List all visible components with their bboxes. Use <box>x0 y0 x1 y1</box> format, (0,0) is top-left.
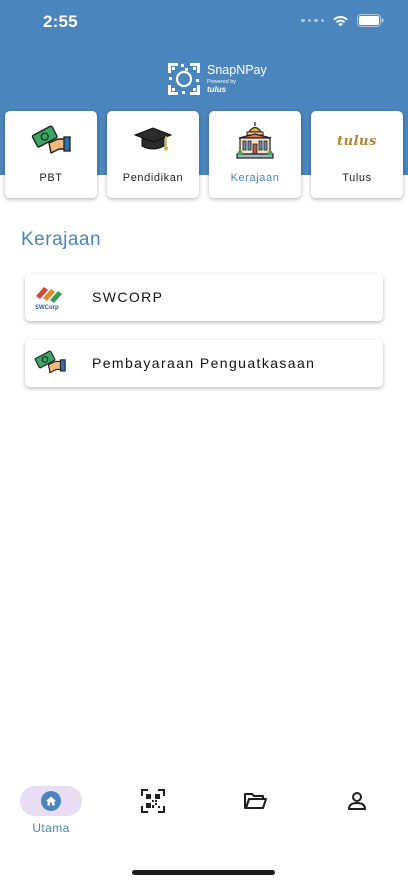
nav-item-folder[interactable] <box>223 784 287 836</box>
brand-name: SnapNPay <box>207 63 267 77</box>
graduation-cap-icon <box>133 127 173 151</box>
snapnpay-logo: SnapNPay Powered by tulus <box>168 63 267 95</box>
category-label-pendidikan: Pendidikan <box>122 172 184 184</box>
category-label-tulus: Tulus <box>342 172 372 184</box>
nav-label-utama: Utama <box>32 821 70 835</box>
list-item-pembayaraan-penguatkasaan[interactable]: Pembayaraan Penguatkasaan <box>25 340 383 387</box>
wifi-icon <box>333 15 348 26</box>
battery-icon <box>357 14 384 27</box>
nav-active-pill <box>20 786 82 816</box>
signal-dots-icon <box>301 18 324 23</box>
nav-item-utama[interactable]: Utama <box>20 784 84 836</box>
snapnpay-qr-logo-icon <box>168 63 200 95</box>
list-item-label-pembayaraan: Pembayaraan Penguatkasaan <box>92 355 316 371</box>
home-icon <box>41 791 61 811</box>
folder-open-icon <box>244 793 267 809</box>
payment-hand-icon <box>34 350 66 374</box>
brand-powered-by: Powered by <box>207 78 237 85</box>
list-item-label-swcorp: SWCORP <box>92 289 164 305</box>
section-title: Kerajaan <box>21 229 102 250</box>
person-icon <box>348 792 366 810</box>
government-building-icon <box>236 122 274 159</box>
status-bar: 2:55 <box>0 0 408 46</box>
payment-hand-icon <box>31 125 71 154</box>
category-card-pendidikan[interactable]: Pendidikan <box>107 111 199 198</box>
status-icons <box>301 14 384 27</box>
nav-item-profile[interactable] <box>325 784 389 836</box>
category-card-tulus[interactable]: tulus Tulus <box>311 111 403 198</box>
swcorp-logo: SWCorp <box>35 287 62 311</box>
svg-text:SWCorp: SWCorp <box>35 305 59 311</box>
home-indicator[interactable] <box>132 870 275 875</box>
bottom-navigation: Utama <box>0 784 408 844</box>
tulus-logo: tulus <box>337 133 377 149</box>
list-item-swcorp[interactable]: SWCorp SWCORP <box>25 274 383 321</box>
category-cards: PBT Pendidikan Kerajaan tulus Tulus <box>5 111 403 199</box>
status-time: 2:55 <box>43 12 78 31</box>
brand-tulus: tulus <box>207 85 227 94</box>
qr-scan-icon <box>141 789 165 813</box>
nav-item-scan[interactable] <box>121 784 185 836</box>
category-label-pbt: PBT <box>39 172 63 184</box>
category-label-kerajaan: Kerajaan <box>230 172 280 184</box>
category-card-kerajaan[interactable]: Kerajaan <box>209 111 301 198</box>
category-card-pbt[interactable]: PBT <box>5 111 97 198</box>
